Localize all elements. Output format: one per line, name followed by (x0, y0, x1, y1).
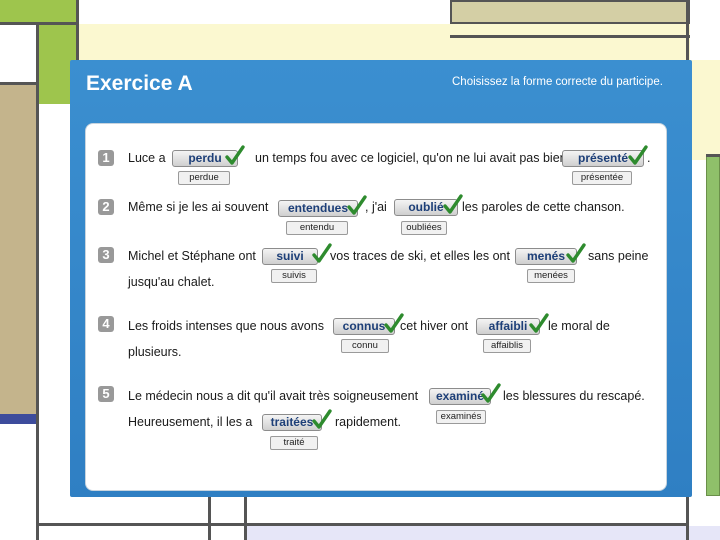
frame-green-block (0, 0, 78, 24)
frame-tan-block (0, 84, 38, 414)
check-icon (566, 243, 586, 263)
sentence-text: . (647, 151, 651, 165)
frame-lavender-strip (246, 526, 720, 540)
item-number: 2 (98, 199, 114, 215)
check-icon (312, 409, 332, 429)
check-icon (312, 243, 332, 263)
item-number: 4 (98, 316, 114, 332)
sentence-text: les paroles de cette chanson. (462, 200, 625, 214)
check-icon (481, 383, 501, 403)
exercise-panel: Exercice A Choisissez la forme correcte … (70, 60, 692, 497)
frame-line (36, 22, 39, 540)
frame-line (76, 0, 79, 62)
exercise-title: Exercice A (86, 72, 193, 95)
sentence-text: rapidement. (335, 415, 402, 429)
item-number: 1 (98, 150, 114, 166)
sentence-text: , j'ai (365, 200, 387, 214)
answer-box[interactable]: entendues (278, 200, 358, 217)
answer-key: connu (341, 339, 389, 353)
sentence-text: un temps fou avec ce logiciel, qu'on ne … (255, 151, 567, 165)
sentence-text: vos traces de ski, et elles les ont (330, 249, 510, 263)
frame-line (244, 496, 247, 540)
frame-line (450, 35, 690, 38)
answer-key: traité (270, 436, 318, 450)
sentence-text: Les froids intenses que nous avons (128, 319, 324, 333)
sentence-text: le moral de (548, 319, 610, 333)
item-number: 3 (98, 247, 114, 263)
sentence-text: sans peine (588, 249, 649, 263)
answer-key: examinés (436, 410, 486, 424)
sentence-text: cet hiver ont (400, 319, 469, 333)
frame-cream-block (78, 24, 690, 64)
check-icon (225, 145, 245, 165)
check-icon (529, 313, 549, 333)
frame-line (0, 22, 78, 25)
answer-box[interactable]: suivi (262, 248, 318, 265)
sentence-text: plusieurs. (128, 345, 182, 359)
answer-key: entendu (286, 221, 348, 235)
check-icon (347, 195, 367, 215)
sentence-text: Heureusement, il les a (128, 415, 253, 429)
sentence-text: les blessures du rescapé. (503, 389, 645, 403)
frame-line (706, 154, 720, 157)
frame-line (208, 496, 211, 540)
sentence-text: Michel et Stéphane ont (128, 249, 256, 263)
sentence-text: Le médecin nous a dit qu'il avait très s… (128, 389, 419, 403)
sentence-text: Luce a (128, 151, 166, 165)
answer-key: suivis (271, 269, 317, 283)
frame-green-strip (706, 156, 720, 496)
sentence-text: jusqu'au chalet. (128, 275, 215, 289)
check-icon (443, 194, 463, 214)
answer-key: affaiblis (483, 339, 531, 353)
frame-cream-block (690, 60, 720, 160)
frame-line (36, 523, 688, 526)
sentence-text: Même si je les ai souvent (128, 200, 269, 214)
frame-blue-strip (0, 414, 38, 424)
answer-key: oubliées (401, 221, 447, 235)
answer-key: perdue (178, 171, 230, 185)
exercise-instruction: Choisissez la forme correcte du particip… (452, 76, 663, 88)
answer-key: menées (527, 269, 575, 283)
frame-line (0, 82, 38, 85)
check-icon (628, 145, 648, 165)
answer-key: présentée (572, 171, 632, 185)
frame-tan-block (450, 0, 690, 24)
exercise-card: 1 Luce a perdu perdue un temps fou avec … (85, 123, 667, 491)
item-number: 5 (98, 386, 114, 402)
